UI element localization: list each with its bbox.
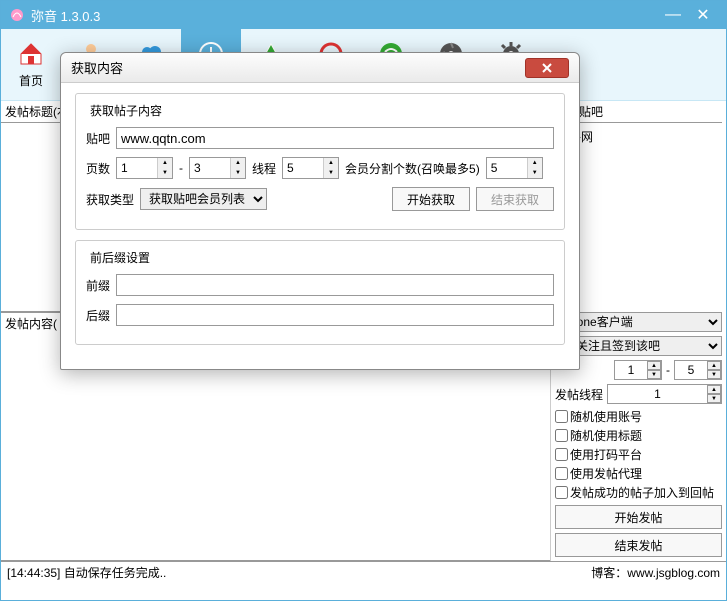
pages-label: 页数	[86, 160, 110, 177]
options-checks: 随机使用账号 随机使用标题 使用打码平台 使用发帖代理 发帖成功的帖子加入到回帖	[555, 408, 722, 501]
tieba-label: 贴吧	[86, 130, 110, 147]
client-select[interactable]: Iphone客户端	[555, 312, 722, 332]
check-rand-account[interactable]: 随机使用账号	[555, 408, 642, 425]
prefix-input[interactable]	[116, 274, 554, 296]
check-use-proxy[interactable]: 使用发帖代理	[555, 465, 642, 482]
check-use-dama[interactable]: 使用打码平台	[555, 446, 642, 463]
spin-down-icon[interactable]: ▼	[647, 370, 661, 379]
spin-up-icon[interactable]: ▲	[528, 158, 542, 168]
list-item[interactable]: 腾牛网	[555, 127, 722, 146]
spin-down-icon[interactable]: ▼	[158, 168, 172, 178]
thread-label: 线程	[252, 160, 276, 177]
stop-post-button[interactable]: 结束发帖	[555, 533, 722, 557]
home-icon	[17, 40, 45, 68]
window-titlebar: 弥音 1.3.0.3 — ✕	[1, 1, 726, 29]
fetch-content-group: 获取帖子内容 贴吧 页数 ▲▼ - ▲▼ 线程 ▲▼ 会员分割个数(召唤最多5)…	[75, 93, 565, 230]
spin-down-icon[interactable]: ▼	[707, 370, 721, 379]
spin-down-icon[interactable]: ▼	[528, 168, 542, 178]
check-rand-title[interactable]: 随机使用标题	[555, 427, 642, 444]
status-blog-link[interactable]: 博客：www.jsgblog.com	[591, 564, 720, 581]
check-add-reply[interactable]: 发帖成功的帖子加入到回帖	[555, 484, 714, 501]
group-title: 获取帖子内容	[86, 102, 166, 119]
type-label: 获取类型	[86, 191, 134, 208]
spin-up-icon[interactable]: ▲	[707, 385, 721, 394]
toolbar-home[interactable]: 首页	[1, 29, 61, 100]
thread-label: 发帖线程	[555, 386, 603, 403]
close-button[interactable]: ✕	[688, 5, 718, 25]
tieba-input[interactable]	[116, 127, 554, 149]
status-message: [14:44:35] 自动保存任务完成..	[7, 564, 591, 581]
target-bar-list[interactable]: 腾牛网	[555, 123, 722, 308]
app-logo-icon	[9, 7, 25, 23]
spin-up-icon[interactable]: ▲	[158, 158, 172, 168]
window-title: 弥音 1.3.0.3	[31, 6, 658, 25]
target-bar-label: 目标贴吧	[555, 101, 722, 123]
suffix-input[interactable]	[116, 304, 554, 326]
dialog-titlebar: 获取内容	[61, 53, 579, 83]
range-to-input[interactable]: ▲▼	[674, 360, 722, 380]
spin-up-icon[interactable]: ▲	[707, 361, 721, 370]
minimize-button[interactable]: —	[658, 6, 688, 24]
start-post-button[interactable]: 开始发帖	[555, 505, 722, 529]
spin-down-icon[interactable]: ▼	[231, 168, 245, 178]
split-input[interactable]: ▲▼	[486, 157, 543, 179]
dialog-close-button[interactable]	[525, 58, 569, 78]
pages-to-input[interactable]: ▲▼	[189, 157, 246, 179]
type-select[interactable]: 获取贴吧会员列表	[140, 188, 267, 210]
thread-input[interactable]: ▲▼	[282, 157, 339, 179]
group-title: 前后缀设置	[86, 249, 154, 266]
start-fetch-button[interactable]: 开始获取	[392, 187, 470, 211]
spin-up-icon[interactable]: ▲	[324, 158, 338, 168]
dialog-body: 获取帖子内容 贴吧 页数 ▲▼ - ▲▼ 线程 ▲▼ 会员分割个数(召唤最多5)…	[61, 83, 579, 369]
spin-down-icon[interactable]: ▼	[324, 168, 338, 178]
prefix-suffix-group: 前后缀设置 前缀 后缀	[75, 240, 565, 345]
range-from-input[interactable]: ▲▼	[614, 360, 662, 380]
right-controls: Iphone客户端 作 关注且签到该吧 ▲▼ - ▲▼ 发帖线程 ▲▼ 随机使用…	[555, 308, 722, 561]
status-bar: [14:44:35] 自动保存任务完成.. 博客：www.jsgblog.com	[1, 561, 726, 583]
spin-up-icon[interactable]: ▲	[647, 361, 661, 370]
split-label: 会员分割个数(召唤最多5)	[345, 160, 480, 177]
fetch-content-dialog: 获取内容 获取帖子内容 贴吧 页数 ▲▼ - ▲▼ 线程 ▲▼ 会员分割个数(召…	[60, 52, 580, 370]
spin-down-icon[interactable]: ▼	[707, 394, 721, 403]
stop-fetch-button[interactable]: 结束获取	[476, 187, 554, 211]
pages-from-input[interactable]: ▲▼	[116, 157, 173, 179]
thread-input[interactable]: ▲▼	[607, 384, 722, 404]
spin-up-icon[interactable]: ▲	[231, 158, 245, 168]
close-icon	[541, 63, 553, 73]
prefix-label: 前缀	[86, 277, 110, 294]
suffix-label: 后缀	[86, 307, 110, 324]
dialog-title: 获取内容	[71, 58, 525, 77]
toolbar-label: 首页	[19, 72, 43, 89]
action-select[interactable]: 关注且签到该吧	[571, 336, 722, 356]
